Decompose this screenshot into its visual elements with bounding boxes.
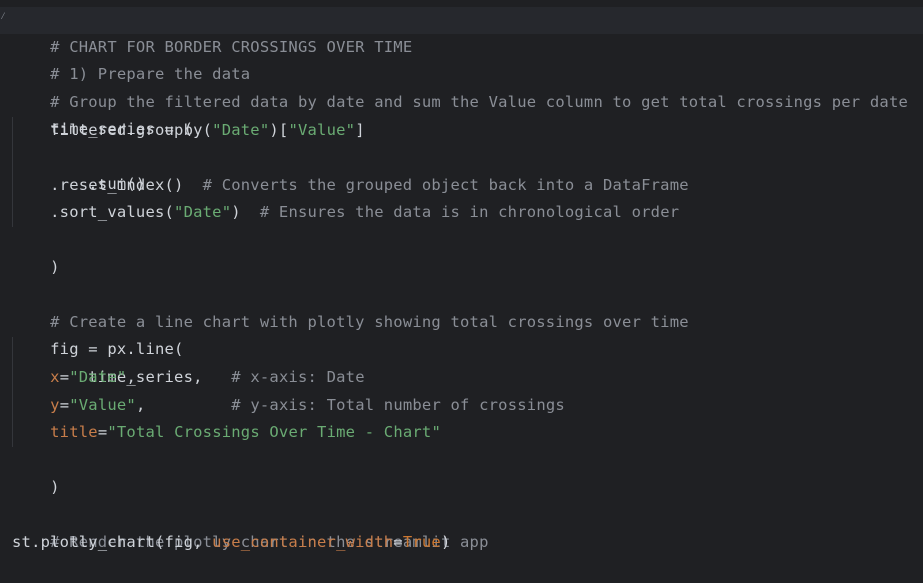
code-text: ,: [126, 368, 232, 386]
code-text: =: [97, 423, 108, 441]
code-text: =: [59, 396, 70, 414]
comment: # x-axis: Date: [231, 368, 365, 386]
string-literal: "Date": [212, 121, 270, 139]
string-literal: "Value": [69, 396, 136, 414]
code-line-12[interactable]: fig = px.line(: [12, 309, 184, 358]
code-line-6[interactable]: .sum(): [12, 144, 145, 193]
keyword: True: [402, 533, 441, 551]
code-line-19[interactable]: # Render the plotly chart in the streaml…: [12, 502, 489, 551]
code-text: ): [50, 478, 60, 496]
comment: # y-axis: Total number of crossings: [231, 396, 565, 414]
code-line-13[interactable]: time_series,: [12, 337, 203, 386]
code-text: .reset_index(): [12, 176, 203, 194]
parameter-name: title: [50, 423, 98, 441]
code-text: =: [393, 533, 403, 551]
code-line-1[interactable]: # CHART FOR BORDER CROSSINGS OVER TIME: [12, 7, 412, 56]
code-line-11[interactable]: # Create a line chart with plotly showin…: [12, 282, 689, 331]
code-line-14[interactable]: x="Date", # x-axis: Date: [12, 364, 365, 391]
code-line-5[interactable]: filtered.groupby("Date")["Value"]: [12, 117, 365, 144]
code-text: =: [59, 368, 70, 386]
code-text: ,: [135, 396, 232, 414]
code-line-17[interactable]: ): [12, 447, 60, 496]
code-text: filtered.groupby(: [12, 121, 213, 139]
code-editor[interactable]: ⁄ # CHART FOR BORDER CROSSINGS OVER TIME…: [0, 0, 923, 571]
code-text: ]: [355, 121, 365, 139]
parameter-name: x: [50, 368, 60, 386]
code-text: )[: [269, 121, 289, 139]
comment: # Converts the grouped object back into …: [202, 176, 689, 194]
code-line-9[interactable]: ): [12, 227, 60, 276]
code-text: ): [50, 258, 60, 276]
code-text: ): [231, 203, 260, 221]
code-line-8[interactable]: .sort_values("Date") # Ensures the data …: [12, 199, 679, 226]
code-text: st.plotly_chart(fig,: [12, 533, 213, 551]
code-line-7[interactable]: .reset_index() # Converts the grouped ob…: [12, 172, 689, 199]
fold-marker-icon[interactable]: ⁄: [0, 12, 6, 22]
string-literal: "Value": [288, 121, 356, 139]
string-literal: "Date": [69, 368, 127, 386]
code-line-15[interactable]: y="Value", # y-axis: Total number of cro…: [12, 392, 565, 419]
string-literal: "Date": [174, 203, 232, 221]
code-line-2[interactable]: # 1) Prepare the data: [12, 34, 250, 83]
string-literal: "Total Crossings Over Time - Chart": [107, 423, 441, 441]
code-line-16[interactable]: title="Total Crossings Over Time - Chart…: [12, 419, 441, 446]
code-line-20[interactable]: st.plotly_chart(fig, use_container_width…: [12, 529, 451, 556]
parameter-name: y: [50, 396, 60, 414]
parameter-name: use_container_width: [212, 533, 394, 551]
code-text: ): [440, 533, 451, 551]
code-line-3[interactable]: # Group the filtered data by date and su…: [12, 62, 908, 111]
code-text: .sort_values(: [12, 203, 175, 221]
code-line-4[interactable]: time_series = (: [12, 89, 193, 138]
comment: # Ensures the data is in chronological o…: [259, 203, 680, 221]
